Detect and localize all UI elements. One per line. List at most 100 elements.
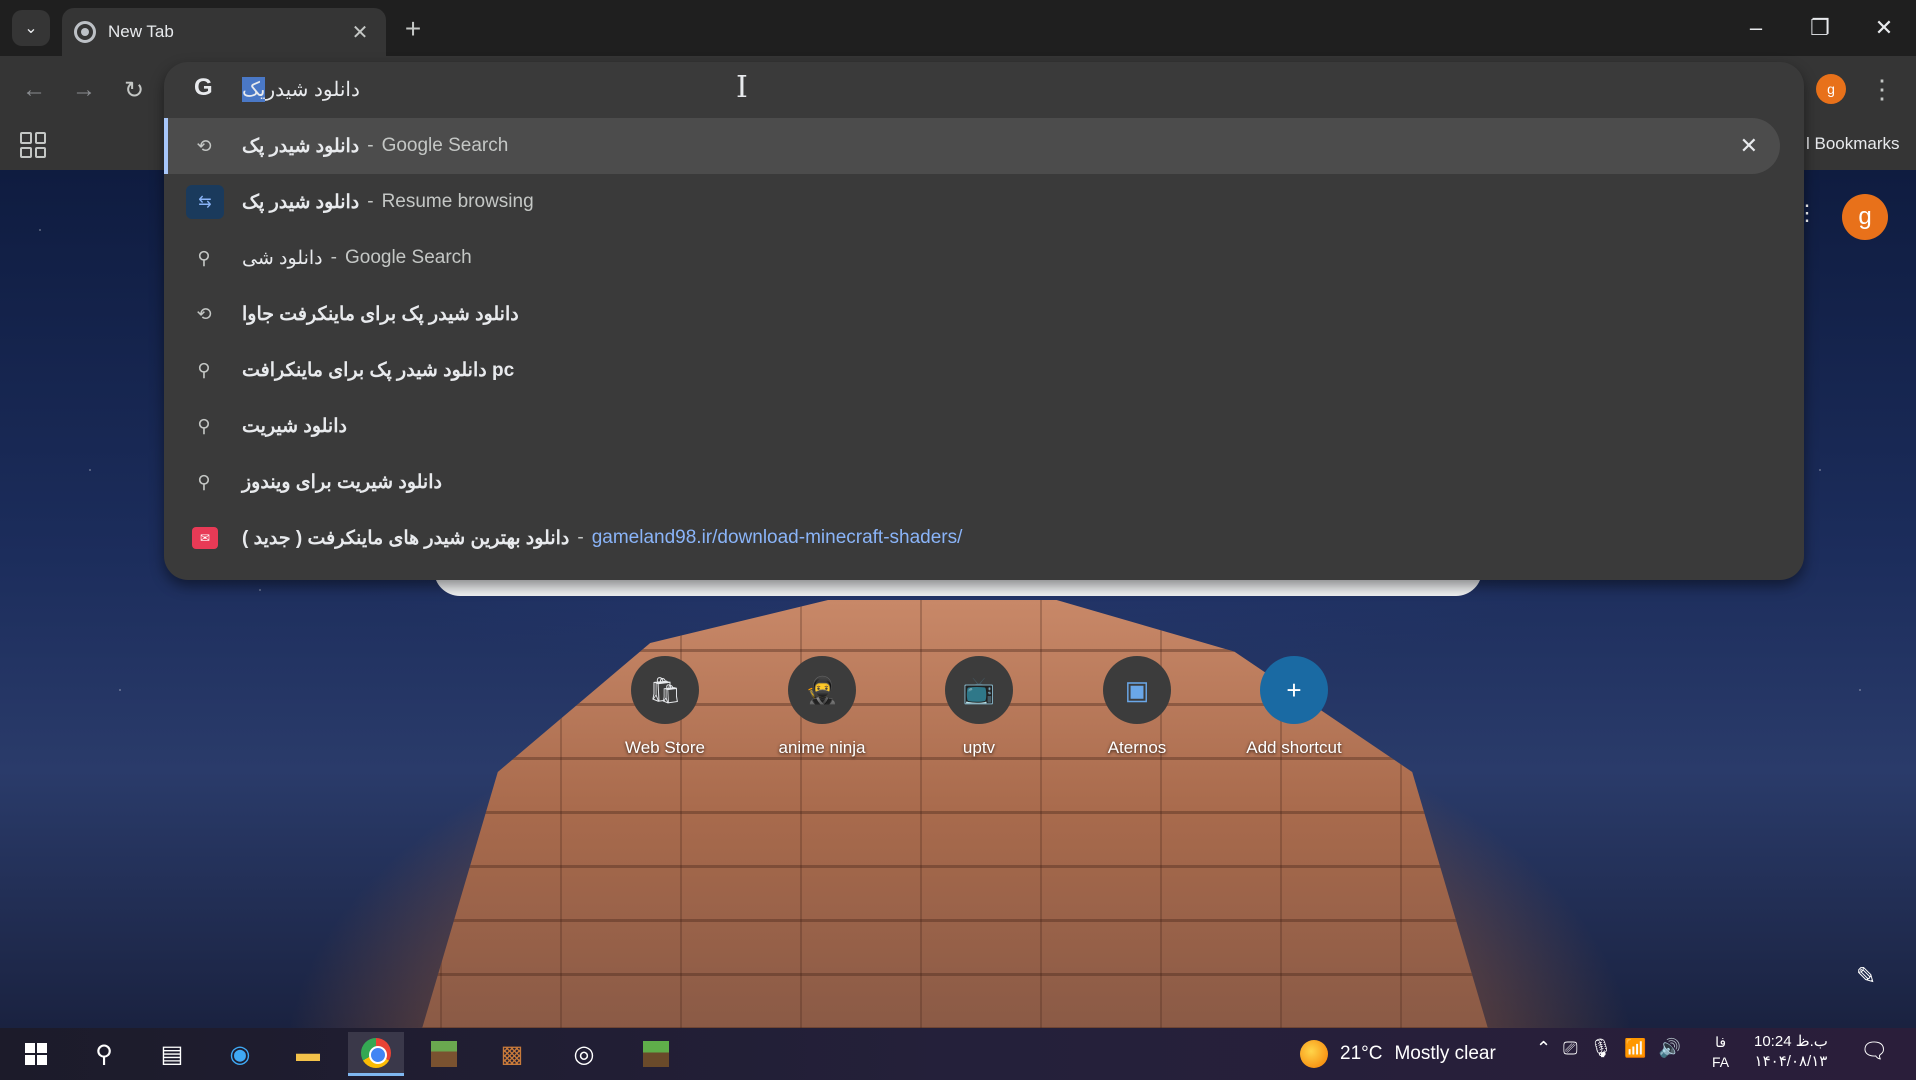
web-store-icon: 🛍: [631, 656, 699, 724]
weather-sun-icon: [1300, 1040, 1328, 1068]
customize-pencil-icon[interactable]: ✎: [1856, 962, 1876, 991]
start-button[interactable]: [8, 1032, 64, 1076]
forward-button[interactable]: →: [66, 72, 102, 108]
google-g-icon: G: [194, 74, 213, 101]
omnibox-dropdown: G دانلود شیدر یک I ⟲ دانلود شیدر پک - Go…: [164, 62, 1804, 580]
remove-suggestion-button[interactable]: ✕: [1740, 133, 1758, 159]
title-bar: ⌄ New Tab ✕ + – ❐ ✕: [0, 0, 1916, 56]
microphone-icon[interactable]: 🎙: [1590, 1038, 1613, 1059]
history-icon: ⟲: [196, 303, 212, 324]
apps-grid-icon[interactable]: [20, 132, 46, 158]
omnibox-input[interactable]: دانلود شیدر یک: [242, 72, 360, 106]
search-icon: ⚲: [197, 359, 211, 380]
suggestion-row[interactable]: ⇆ دانلود شیدر پک - Resume browsing: [164, 174, 1804, 230]
edge-browser-icon[interactable]: ◉: [212, 1032, 268, 1076]
minimize-button[interactable]: –: [1724, 0, 1788, 56]
suggestion-query: دانلود شیدر پک برای ماینکرافت pc: [242, 359, 515, 381]
text-cursor-icon: I: [736, 70, 748, 105]
new-tab-button[interactable]: +: [396, 12, 430, 46]
shortcut-label: Add shortcut: [1246, 738, 1342, 757]
history-icon: ⟲: [196, 135, 212, 156]
tab-search-button[interactable]: ⌄: [12, 10, 50, 46]
tab-close-button[interactable]: ✕: [346, 20, 374, 45]
shortcut-aternos[interactable]: ▣ Aternos: [1072, 656, 1202, 758]
suggestion-row[interactable]: ✉ دانلود بهترین شیدر های ماینکرفت ( جدید…: [164, 510, 1804, 566]
clock-time: 10:24 ب.ظ: [1754, 1033, 1828, 1050]
notification-center-icon[interactable]: 🗨: [1860, 1038, 1888, 1064]
weather-condition: Mostly clear: [1394, 1043, 1496, 1064]
weather-widget[interactable]: 21°C Mostly clear: [1300, 1040, 1496, 1068]
suggestion-row[interactable]: ⚲ دانلود شیدر پک برای ماینکرافت pc: [164, 342, 1804, 398]
shortcuts-grid: 🛍 Web Store 🥷 anime ninja 📺 uptv ▣ Atern…: [600, 656, 1342, 776]
clock[interactable]: 10:24 ب.ظ ۱۴۰۴/۰۸/۱۳: [1754, 1032, 1828, 1072]
windows-taskbar: ⚲ ▤ ◉ ▬ ▩ ◎ 21°C Mostly clear ⌃ ⎚ 🎙 📶 🔊 …: [0, 1028, 1916, 1080]
window-controls: – ❐ ✕: [1724, 0, 1916, 56]
aternos-icon: ▣: [1103, 656, 1171, 724]
chrome-taskbar-icon[interactable]: [348, 1032, 404, 1076]
suggestion-text: دانلود شیریت: [242, 415, 347, 438]
suggestion-row[interactable]: ⚲ دانلود شیریت برای ویندوز: [164, 454, 1804, 510]
suggestion-query: دانلود شی: [242, 247, 323, 269]
task-view-icon[interactable]: ▤: [144, 1032, 200, 1076]
back-button[interactable]: ←: [16, 72, 52, 108]
minecraft-launcher-icon[interactable]: [416, 1032, 472, 1076]
search-icon: ⚲: [197, 247, 211, 268]
minecraft-icon[interactable]: [628, 1032, 684, 1076]
close-window-button[interactable]: ✕: [1852, 0, 1916, 56]
system-tray: ⌃ ⎚ 🎙 📶 🔊: [1536, 1038, 1681, 1059]
suggestion-query: دانلود شیدر پک برای ماینکرفت جاوا: [242, 303, 519, 325]
search-taskbar-icon[interactable]: ⚲: [76, 1032, 132, 1076]
restore-button[interactable]: ❐: [1788, 0, 1852, 56]
suggestion-url: gameland98.ir/download-minecraft-shaders…: [591, 527, 963, 548]
suggestion-list: ⟲ دانلود شیدر پک - Google Search ✕ ⇆ دان…: [164, 118, 1804, 566]
shortcut-anime-ninja[interactable]: 🥷 anime ninja: [757, 656, 887, 758]
suggestion-row[interactable]: ⚲ دانلود شیریت: [164, 398, 1804, 454]
suggestion-query: دانلود شیریت برای ویندوز: [242, 471, 442, 493]
suggestion-separator: -: [330, 247, 337, 268]
suggestion-meta: Google Search: [344, 247, 472, 268]
tab-new-tab[interactable]: New Tab ✕: [62, 8, 386, 56]
suggestion-query: دانلود شیریت: [242, 415, 347, 437]
all-bookmarks-link[interactable]: l Bookmarks: [1806, 134, 1900, 154]
suggestion-text: دانلود بهترین شیدر های ماینکرفت ( جدید )…: [242, 527, 962, 550]
shortcut-label: anime ninja: [778, 738, 866, 757]
suggestion-text: دانلود شیدر پک - Google Search: [242, 135, 508, 158]
wifi-icon[interactable]: 📶: [1624, 1038, 1646, 1059]
suggestion-query: دانلود شیدر پک: [242, 135, 360, 157]
shortcut-web-store[interactable]: 🛍 Web Store: [600, 656, 730, 758]
shortcut-uptv[interactable]: 📺 uptv: [914, 656, 1044, 758]
suggestion-row[interactable]: ⟲ دانلود شیدر پک - Google Search ✕: [164, 118, 1780, 174]
suggestion-text: دانلود شیدر پک - Resume browsing: [242, 191, 534, 214]
language-indicator[interactable]: فا FA: [1712, 1032, 1729, 1072]
language-bottom: FA: [1712, 1054, 1730, 1070]
omnibox-input-text: دانلود شیدر: [265, 78, 360, 101]
chevron-down-icon: ⌄: [24, 20, 38, 37]
shortcut-label: uptv: [962, 738, 996, 757]
file-explorer-icon[interactable]: ▬: [280, 1032, 336, 1076]
clock-date: ۱۴۰۴/۰۸/۱۳: [1754, 1053, 1828, 1070]
chrome-logo-icon: [361, 1037, 391, 1068]
suggestion-meta: Resume browsing: [381, 191, 534, 212]
suggestion-separator: -: [367, 191, 374, 212]
obs-recorder-icon[interactable]: ◎: [556, 1032, 612, 1076]
shortcut-label: Web Store: [624, 738, 705, 757]
volume-icon[interactable]: 🔊: [1659, 1038, 1681, 1059]
suggestion-row[interactable]: ⚲ دانلود شی - Google Search: [164, 230, 1804, 286]
meet-now-icon[interactable]: ⎚: [1563, 1038, 1577, 1059]
suggestion-row[interactable]: ⟲ دانلود شیدر پک برای ماینکرفت جاوا: [164, 286, 1804, 342]
search-icon: ⚲: [197, 415, 211, 436]
chevron-up-icon[interactable]: ⌃: [1536, 1038, 1551, 1059]
suggestion-separator: -: [367, 135, 374, 156]
add-shortcut-button[interactable]: + Add shortcut: [1229, 656, 1359, 758]
suggestion-query: دانلود شیدر پک: [242, 191, 360, 213]
site-favicon-icon: ✉: [192, 527, 218, 549]
suggestion-separator: -: [577, 527, 584, 548]
suggestion-query: دانلود بهترین شیدر های ماینکرفت ( جدید ): [242, 527, 570, 549]
chrome-menu-button[interactable]: ⋮: [1868, 70, 1896, 108]
omnibox-input-row[interactable]: G دانلود شیدر یک I: [164, 62, 1804, 116]
language-top: فا: [1715, 1034, 1727, 1050]
reload-button[interactable]: ↻: [116, 72, 152, 108]
game-app-icon[interactable]: ▩: [484, 1032, 540, 1076]
profile-avatar-button[interactable]: g: [1816, 74, 1846, 104]
ntp-profile-avatar[interactable]: g: [1842, 194, 1888, 240]
